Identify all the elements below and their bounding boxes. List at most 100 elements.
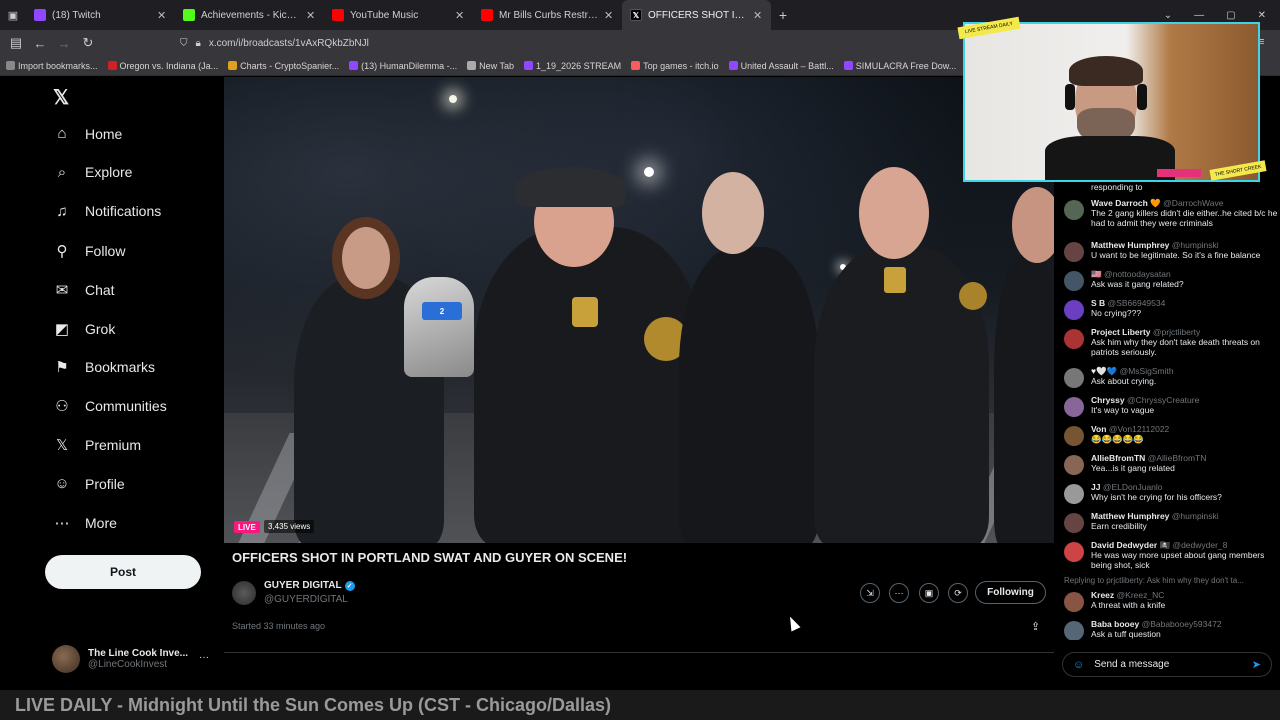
lock-icon: 🔒︎ <box>195 37 201 49</box>
minimize-icon[interactable]: — <box>1194 10 1204 21</box>
new-tab-button[interactable]: + <box>771 7 795 23</box>
avatar[interactable] <box>1064 329 1084 349</box>
avatar[interactable] <box>1064 271 1084 291</box>
send-icon[interactable]: ➤ <box>1252 658 1261 671</box>
tab-close-icon[interactable]: ✕ <box>604 9 614 22</box>
avatar[interactable] <box>1064 368 1084 388</box>
sidebar-item-notifications[interactable]: ♫ Notifications <box>53 203 161 220</box>
tab-close-icon[interactable]: ✕ <box>455 9 465 22</box>
chat-author[interactable]: Chryssy @ChryssyCreature <box>1091 395 1199 405</box>
maximize-icon[interactable]: ▢ <box>1226 10 1235 21</box>
sidebar-item-profile[interactable]: ☺ Profile <box>53 475 125 492</box>
host-name-text[interactable]: GUYER DIGITAL <box>264 580 342 591</box>
sidebar-item-bookmarks[interactable]: ⚑ Bookmarks <box>53 358 155 376</box>
bookmark-item[interactable]: Charts - CryptoSpanier... <box>228 61 339 71</box>
tab-close-icon[interactable]: ✕ <box>753 9 763 22</box>
chat-author[interactable]: S B @SB66949534 <box>1091 298 1165 308</box>
chat-author[interactable]: Von @Von12112022 <box>1091 424 1169 434</box>
avatar[interactable] <box>1064 592 1084 612</box>
browser-tab[interactable]: (18) Twitch ✕ <box>26 0 175 30</box>
exit-broadcast-icon[interactable]: ⇲ <box>860 583 880 603</box>
follow-icon: ⚲ <box>56 242 68 260</box>
sidebar-item-grok[interactable]: ◩ Grok <box>53 320 115 338</box>
close-window-icon[interactable]: ✕ <box>1258 10 1266 21</box>
chat-text: Ask was it gang related? <box>1091 279 1184 289</box>
bookmark-item[interactable]: Oregon vs. Indiana (Ja... <box>107 61 218 71</box>
host-avatar[interactable] <box>232 581 256 605</box>
message-input[interactable] <box>1094 659 1242 670</box>
sidebar-item-label: Profile <box>85 475 125 492</box>
communities-icon: ⚇ <box>55 398 69 416</box>
bookmark-item[interactable]: Import bookmarks... <box>6 61 98 71</box>
tab-label: (18) Twitch <box>52 9 101 21</box>
tab-search-icon[interactable]: ▣ <box>0 9 26 22</box>
avatar[interactable] <box>1064 242 1084 262</box>
message-box[interactable]: ☺ ➤ <box>1062 652 1272 677</box>
following-button[interactable]: Following <box>975 581 1046 604</box>
reload-icon[interactable]: ↻ <box>76 35 100 51</box>
browser-tab[interactable]: Mr Bills Curbs Restream Show/ ✕ <box>473 0 622 30</box>
avatar[interactable] <box>1064 200 1084 220</box>
sidebar-item-chat[interactable]: ✉ Chat <box>53 281 115 299</box>
tab-list-icon[interactable]: ⌄ <box>1164 10 1172 21</box>
tab-label: YouTube Music <box>350 9 419 21</box>
avatar[interactable] <box>1064 397 1084 417</box>
avatar[interactable] <box>1064 300 1084 320</box>
sidebar-item-premium[interactable]: 𝕏 Premium <box>53 436 141 454</box>
avatar[interactable] <box>1064 426 1084 446</box>
x-premium-icon: 𝕏 <box>55 437 69 455</box>
x-logo-icon[interactable]: 𝕏 <box>53 85 69 110</box>
emoji-icon[interactable]: ☺ <box>1073 659 1084 671</box>
browser-tab[interactable]: YouTube Music ✕ <box>324 0 473 30</box>
account-switcher[interactable]: The Line Cook Inve... @LineCookInvest ··… <box>52 644 212 674</box>
share-icon[interactable]: ⇪ <box>1031 620 1040 633</box>
browser-tab[interactable]: Achievements - Kick Dashboard ✕ <box>175 0 324 30</box>
chat-author[interactable]: Kreez @Kreez_NC <box>1091 590 1164 600</box>
post-button[interactable]: Post <box>45 555 201 589</box>
sidebar-item-explore[interactable]: ⌕ Explore <box>53 163 133 181</box>
chat-author[interactable]: AllieBfromTN @AllieBfromTN <box>1091 453 1206 463</box>
bookmark-item[interactable]: SIMULACRA Free Dow... <box>843 61 956 71</box>
sidebar-item-follow[interactable]: ⚲ Follow <box>53 242 126 260</box>
dock-icon[interactable]: ▣ <box>919 583 939 603</box>
search-icon: ⌕ <box>57 163 67 181</box>
repost-icon[interactable]: ⟳ <box>948 583 968 603</box>
bookmark-item[interactable]: (13) HumanDilemma -... <box>349 61 457 71</box>
host-handle[interactable]: @GUYERDIGITAL <box>264 594 348 605</box>
broadcast-video[interactable]: 2 <box>224 77 1054 543</box>
chat-author[interactable]: JJ @ELDonJuanlo <box>1091 482 1163 492</box>
browser-tab[interactable]: 𝕏 OFFICERS SHOT IN PORTL/ ✕ <box>622 0 771 30</box>
bookmark-item[interactable]: 1_19_2026 STREAM <box>524 61 621 71</box>
divider <box>224 652 1054 653</box>
back-arrow-icon[interactable]: ← <box>28 36 52 51</box>
url-bar[interactable]: ⛉ 🔒︎ x.com/i/broadcasts/1vAxRQkbZbNJl <box>180 38 369 49</box>
avatar[interactable] <box>1064 621 1084 640</box>
x-sidebar: 𝕏 ⌂ Home ⌕ Explore ♫ Notifications ⚲ Follow ✉ Cha… <box>0 77 223 690</box>
tab-close-icon[interactable]: ✕ <box>157 9 167 22</box>
tab-close-icon[interactable]: ✕ <box>306 9 316 22</box>
host-name[interactable]: GUYER DIGITAL ✓ <box>264 580 355 591</box>
more-options-icon[interactable]: ⋯ <box>889 583 909 603</box>
chat-author[interactable]: Matthew Humphrey @humpinski <box>1091 240 1219 250</box>
bookmark-item[interactable]: United Assault – Battl... <box>728 61 834 71</box>
avatar[interactable] <box>1064 542 1084 562</box>
url-text[interactable]: x.com/i/broadcasts/1vAxRQkbZbNJl <box>209 38 369 49</box>
sidebar-item-more[interactable]: ⋯ More <box>53 514 117 532</box>
chat-author[interactable]: Baba booey @Bababooey593472 <box>1091 619 1222 629</box>
started-time: Started 33 minutes ago <box>232 621 326 631</box>
sidebar-item-home[interactable]: ⌂ Home <box>53 125 122 142</box>
forward-arrow-icon[interactable]: → <box>52 36 76 51</box>
avatar[interactable] <box>1064 513 1084 533</box>
bookmark-item[interactable]: Top games - itch.io <box>631 61 719 71</box>
sidebar-item-label: Grok <box>85 320 116 337</box>
bookmark-item[interactable]: New Tab <box>467 61 514 71</box>
chat-author[interactable]: Project Liberty @prjctliberty <box>1091 327 1200 337</box>
chat-text: Why isn't he crying for his officers? <box>1091 492 1222 502</box>
view-count: 3,435 views <box>264 520 315 533</box>
chat-author[interactable]: Matthew Humphrey @humpinski <box>1091 511 1219 521</box>
sidebar-item-communities[interactable]: ⚇ Communities <box>53 397 166 416</box>
account-menu-icon[interactable]: ··· <box>199 652 209 663</box>
avatar[interactable] <box>1064 455 1084 475</box>
sidebar-toggle-icon[interactable]: ▤ <box>4 35 28 51</box>
avatar[interactable] <box>1064 484 1084 504</box>
